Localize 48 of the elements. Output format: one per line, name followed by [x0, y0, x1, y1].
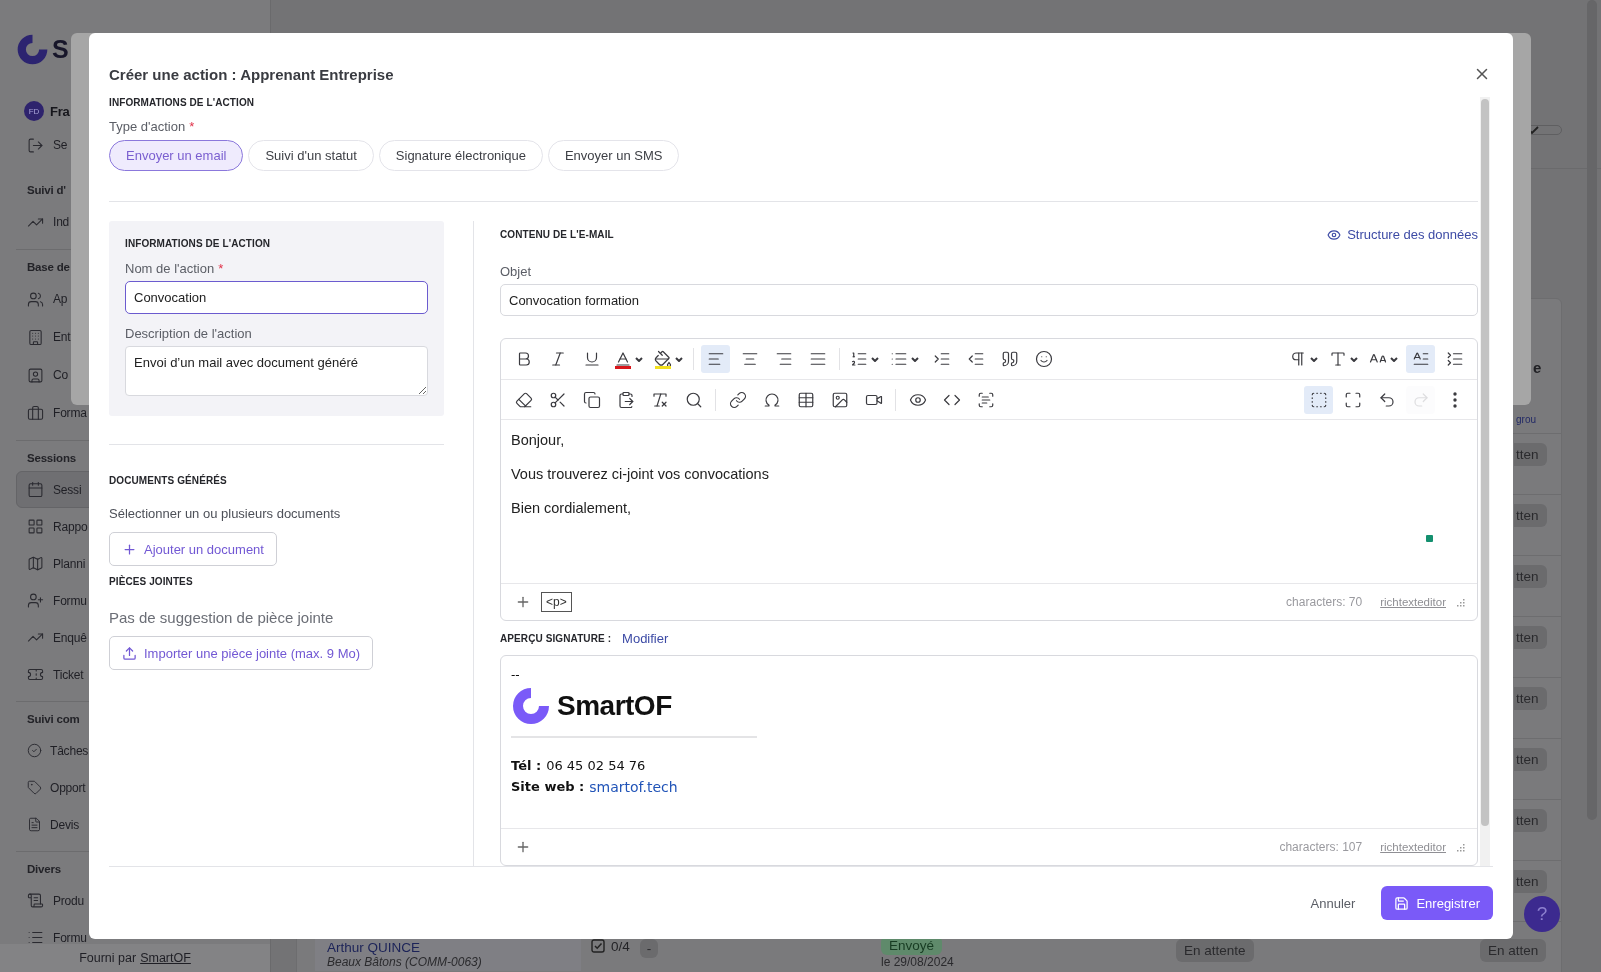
- required-mark: *: [218, 261, 224, 276]
- logo-text: S: [52, 34, 69, 64]
- field-label: Objet: [500, 264, 532, 279]
- empty-text: Pas de suggestion de pièce jointe: [109, 609, 335, 626]
- hint-text: Sélectionner un ou plusieurs documents: [109, 506, 342, 521]
- company-name: Beaux Bâtons (COMM-0063): [327, 956, 483, 969]
- email-paragraph: Bonjour,: [511, 432, 566, 448]
- signature-dash: --: [511, 668, 521, 682]
- status-badge: tten: [1514, 443, 1547, 466]
- status-badge: tten: [1514, 504, 1547, 527]
- count-badge: -: [639, 939, 659, 958]
- section-title: Base de: [27, 260, 70, 275]
- phone-number: 06 45 02 54 76: [546, 758, 646, 773]
- phone-label: Tél :: [511, 758, 542, 773]
- status-badge: tten: [1514, 870, 1547, 893]
- status-badge: tten: [1514, 565, 1547, 588]
- task-count: 0/4: [611, 939, 630, 954]
- status-badge: En attente: [1176, 939, 1254, 962]
- section-title: Sessions: [27, 451, 76, 466]
- character-count: characters: 70: [1286, 595, 1363, 609]
- section-title: DOCUMENTS GÉNÉRÉS: [109, 475, 228, 486]
- status-badge: tten: [1514, 626, 1547, 649]
- status-badge: tten: [1514, 809, 1547, 832]
- section-title: CONTENU DE L'E-MAIL: [500, 229, 614, 240]
- user-name: Fra: [50, 103, 70, 119]
- status-badge: tten: [1514, 687, 1547, 710]
- status-badge: En atten: [1480, 939, 1547, 962]
- field-label: Nom de l'action: [125, 261, 215, 276]
- website-label: Site web :: [511, 779, 585, 795]
- section-title: APERÇU SIGNATURE :: [500, 633, 612, 644]
- section-title: PIÈCES JOINTES: [109, 576, 194, 587]
- field-label: Type d'action: [109, 119, 186, 134]
- email-paragraph: Vous trouverez ci-joint vos convocations: [511, 466, 770, 482]
- section-title: Suivi com: [27, 712, 80, 727]
- character-count: characters: 107: [1279, 840, 1363, 854]
- column-header: e: [1533, 359, 1542, 377]
- section-title: Suivi d': [27, 183, 66, 198]
- email-paragraph: Bien cordialement,: [511, 500, 633, 516]
- section-title: Divers: [27, 862, 61, 877]
- field-label: Description de l'action: [125, 326, 252, 341]
- date-text: le 29/08/2024: [881, 956, 954, 969]
- required-mark: *: [189, 119, 195, 134]
- section-title: INFORMATIONS DE L'ACTION: [125, 238, 272, 249]
- footer-text: Fourni par: [79, 951, 137, 965]
- logo-text: SmartOF: [557, 690, 672, 722]
- section-title: INFORMATIONS DE L'ACTION: [109, 97, 256, 108]
- dialog-title: Créer une action : Apprenant Entreprise: [109, 65, 394, 83]
- status-badge: tten: [1514, 748, 1547, 771]
